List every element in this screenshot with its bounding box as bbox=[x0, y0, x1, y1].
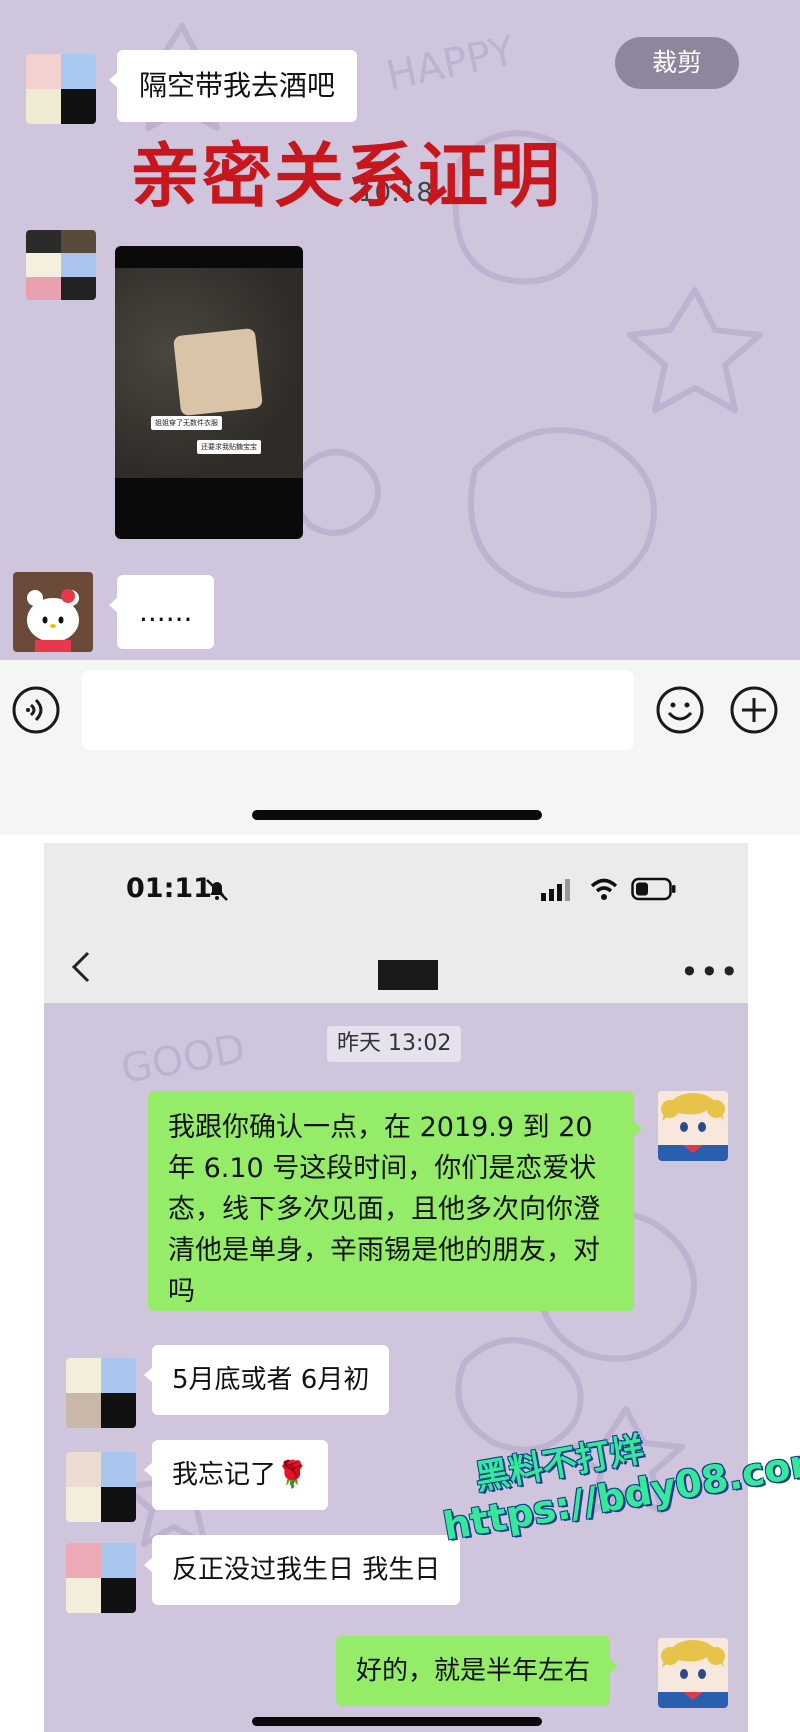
more-options-icon[interactable]: ••• bbox=[680, 953, 740, 991]
message-input[interactable] bbox=[82, 670, 634, 750]
photo-subtitle: 姐姐穿了无数件衣服 bbox=[151, 416, 222, 430]
message-bubble[interactable]: ...... bbox=[109, 575, 215, 649]
home-indicator bbox=[252, 1717, 542, 1726]
avatar[interactable] bbox=[658, 1091, 728, 1161]
message-bubble-sent[interactable]: 我跟你确认一点，在 2019.9 到 20 年 6.10 号这段时间，你们是恋爱… bbox=[148, 1091, 642, 1311]
chat-input-bar bbox=[0, 660, 800, 760]
battery-icon bbox=[631, 877, 676, 901]
avatar[interactable] bbox=[658, 1638, 728, 1708]
wifi-icon bbox=[590, 878, 618, 900]
back-icon[interactable] bbox=[66, 947, 96, 987]
message-text: 5月底或者 6月初 bbox=[172, 1365, 370, 1395]
message-bubble-sent[interactable]: 好的，就是半年左右 bbox=[336, 1636, 619, 1706]
home-indicator bbox=[252, 810, 542, 820]
avatar[interactable] bbox=[66, 1452, 136, 1522]
message-text: 好的，就是半年左右 bbox=[356, 1656, 591, 1686]
contact-name-redacted bbox=[378, 960, 438, 990]
message-bubble-received[interactable]: 反正没过我生日 我生日 bbox=[144, 1535, 461, 1605]
anime-girl-icon bbox=[658, 1638, 728, 1708]
message-bubble[interactable]: 隔空带我去酒吧 bbox=[109, 50, 358, 122]
anime-girl-icon bbox=[658, 1091, 728, 1161]
bottom-chat-screenshot: GOOD 01:11 ••• 昨天 13:02 我跟你确认一点，在 2019.9… bbox=[44, 843, 748, 1732]
emoji-icon[interactable] bbox=[655, 685, 705, 735]
add-icon[interactable] bbox=[729, 685, 779, 735]
svg-text:HAPPY: HAPPY bbox=[383, 28, 520, 100]
message-bubble-received[interactable]: 我忘记了🌹 bbox=[144, 1440, 329, 1510]
status-bar: 01:11 ••• bbox=[44, 843, 748, 1003]
avatar[interactable] bbox=[66, 1358, 136, 1428]
photo-subtitle: 还要求我贴糖宝宝 bbox=[197, 440, 261, 454]
signal-icon bbox=[541, 879, 570, 901]
message-bubble-received[interactable]: 5月底或者 6月初 bbox=[144, 1345, 390, 1415]
svg-text:GOOD: GOOD bbox=[118, 1026, 249, 1093]
hello-kitty-icon bbox=[27, 589, 79, 652]
avatar[interactable] bbox=[26, 54, 96, 124]
avatar[interactable] bbox=[13, 572, 93, 652]
voice-icon[interactable] bbox=[11, 685, 61, 735]
avatar[interactable] bbox=[26, 230, 96, 300]
bottom-area bbox=[0, 760, 800, 835]
silent-bell-icon bbox=[206, 879, 228, 901]
message-text: ...... bbox=[139, 595, 193, 628]
top-chat-screenshot: HAPPY 裁剪 隔空带我去酒吧 10:18 亲密关系证明 姐姐穿了无数件衣服 … bbox=[0, 0, 800, 660]
crop-button[interactable]: 裁剪 bbox=[615, 37, 739, 89]
image-message[interactable]: 姐姐穿了无数件衣服 还要求我贴糖宝宝 bbox=[115, 246, 303, 539]
avatar[interactable] bbox=[66, 1543, 136, 1613]
message-text: 隔空带我去酒吧 bbox=[139, 69, 336, 102]
message-text: 我忘记了🌹 bbox=[172, 1460, 309, 1490]
photo-object bbox=[173, 327, 263, 417]
message-text: 我跟你确认一点，在 2019.9 到 20 年 6.10 号这段时间，你们是恋爱… bbox=[168, 1112, 600, 1307]
chat-timestamp: 昨天 13:02 bbox=[327, 1026, 462, 1062]
message-text: 反正没过我生日 我生日 bbox=[172, 1555, 441, 1585]
status-time: 01:11 bbox=[126, 873, 212, 904]
overlay-title: 亲密关系证明 bbox=[130, 134, 562, 217]
